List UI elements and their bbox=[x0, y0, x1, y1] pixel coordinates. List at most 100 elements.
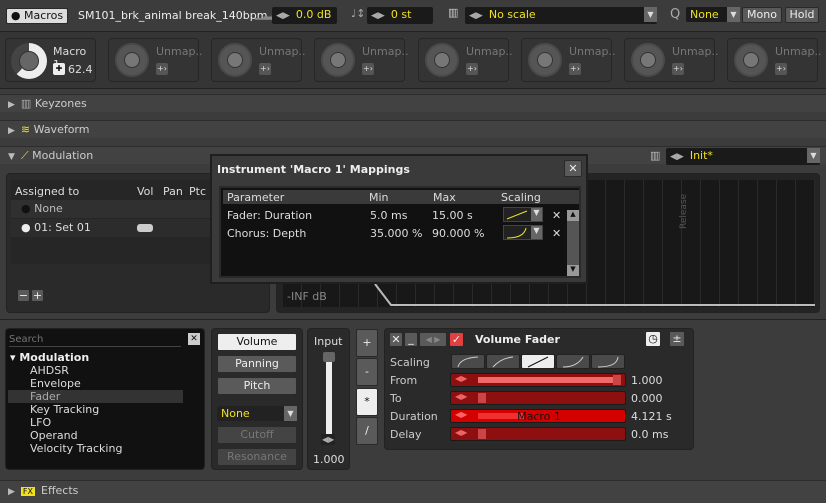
list-item[interactable]: Fader bbox=[8, 390, 183, 403]
scaling-exp-button[interactable] bbox=[591, 354, 625, 369]
macro-5[interactable]: Unmap.. +› bbox=[418, 38, 512, 82]
macro-label: Unmap.. bbox=[362, 45, 409, 58]
input-nudge-icon[interactable]: ◀▶ bbox=[321, 434, 336, 445]
knob[interactable] bbox=[321, 43, 355, 77]
pitch-target-button[interactable]: Pitch bbox=[217, 377, 297, 395]
plus-minus-icon[interactable]: ± bbox=[669, 331, 685, 347]
map-icon[interactable]: +› bbox=[156, 63, 168, 75]
waveform-icon: ≋ bbox=[20, 123, 34, 136]
from-label: From bbox=[390, 374, 418, 387]
delete-mapping-icon[interactable]: ✕ bbox=[552, 209, 561, 222]
list-item[interactable]: AHDSR bbox=[8, 364, 183, 377]
filter-select[interactable]: None ▼ bbox=[217, 406, 297, 421]
mappings-table: Parameter Min Max Scaling Fader: Duratio… bbox=[219, 186, 581, 278]
scale-select[interactable]: ◀▶ No scale ▼ bbox=[465, 7, 657, 24]
section-keyzones[interactable]: ▶ ▥ Keyzones bbox=[0, 94, 826, 112]
scaling-exp-select[interactable]: ▼ bbox=[503, 225, 543, 240]
duration-slider[interactable]: ◀▶ Macro 1 bbox=[450, 409, 626, 423]
transpose-field[interactable]: ◀▶ 0 st bbox=[367, 7, 433, 24]
hold-button[interactable]: Hold bbox=[785, 7, 819, 23]
macro-1[interactable]: Macro 1 ✚ 62.4 bbox=[5, 38, 96, 82]
quantize-label: Q bbox=[670, 7, 681, 22]
add-set-button[interactable]: + bbox=[31, 289, 44, 302]
scaling-semilog-button[interactable] bbox=[486, 354, 520, 369]
modulator-list: AHDSR Envelope Fader Key Tracking LFO Op… bbox=[8, 364, 183, 455]
clock-icon[interactable]: ◷ bbox=[645, 331, 661, 347]
op-multiply-button[interactable]: * bbox=[356, 388, 378, 416]
macro-label: Unmap.. bbox=[672, 45, 719, 58]
to-slider[interactable]: ◀▶ bbox=[450, 391, 626, 405]
macro-1-knob[interactable] bbox=[11, 43, 47, 79]
header-vol: Vol bbox=[137, 185, 154, 198]
map-icon[interactable]: +› bbox=[672, 63, 684, 75]
list-item[interactable]: Envelope bbox=[8, 377, 183, 390]
macro-6[interactable]: Unmap.. +› bbox=[521, 38, 615, 82]
list-item[interactable]: Key Tracking bbox=[8, 403, 183, 416]
op-add-button[interactable]: + bbox=[356, 329, 378, 357]
knob[interactable] bbox=[734, 43, 768, 77]
device-enable-checkbox[interactable]: ✓ bbox=[449, 332, 464, 347]
macro-mapping-label: Macro 1 bbox=[517, 410, 561, 423]
cutoff-target-button[interactable]: Cutoff bbox=[217, 426, 297, 444]
macro-7[interactable]: Unmap.. +› bbox=[624, 38, 719, 82]
list-item[interactable]: Velocity Tracking bbox=[8, 442, 183, 455]
knob[interactable] bbox=[425, 43, 459, 77]
transpose-icon: ♩↕ bbox=[351, 7, 366, 20]
panning-target-button[interactable]: Panning bbox=[217, 355, 297, 373]
to-value: 0.000 bbox=[631, 392, 663, 405]
knob[interactable] bbox=[528, 43, 562, 77]
scaling-log-button[interactable] bbox=[451, 354, 485, 369]
device-close-icon[interactable]: ✕ bbox=[389, 332, 403, 347]
from-slider[interactable]: ◀▶ bbox=[450, 373, 626, 387]
map-icon[interactable]: +› bbox=[569, 63, 581, 75]
volume-field[interactable]: ◀▶ 0.0 dB bbox=[272, 7, 337, 24]
scrollbar[interactable]: ▲ ▼ bbox=[567, 210, 579, 276]
mono-button[interactable]: Mono bbox=[742, 7, 782, 23]
map-icon[interactable]: +› bbox=[775, 63, 787, 75]
to-label: To bbox=[390, 392, 402, 405]
search-input[interactable] bbox=[9, 333, 181, 347]
map-icon[interactable]: +› bbox=[259, 63, 271, 75]
remove-set-button[interactable]: − bbox=[17, 289, 30, 302]
scaling-semiexp-button[interactable] bbox=[556, 354, 590, 369]
macro-label: Unmap.. bbox=[259, 45, 306, 58]
header-parameter: Parameter bbox=[227, 191, 285, 204]
device-minimize-icon[interactable]: _ bbox=[404, 332, 418, 347]
section-effects[interactable]: ▶ FX Effects bbox=[0, 480, 826, 503]
delay-slider[interactable]: ◀▶ bbox=[450, 427, 626, 441]
op-subtract-button[interactable]: - bbox=[356, 358, 378, 386]
section-waveform[interactable]: ▶ ≋ Waveform bbox=[0, 120, 826, 138]
preset-select[interactable]: ◀▶ Init* ▼ bbox=[666, 148, 820, 165]
knob[interactable] bbox=[115, 43, 149, 77]
browser-group[interactable]: ▾ Modulation bbox=[10, 351, 89, 364]
expand-icon: ▶ bbox=[8, 126, 15, 136]
clear-search-icon[interactable]: ✕ bbox=[188, 333, 200, 345]
input-slider[interactable] bbox=[323, 352, 335, 436]
knob[interactable] bbox=[218, 43, 252, 77]
device-move-icon[interactable]: ◀ ▶ bbox=[419, 332, 447, 347]
list-item[interactable]: Operand bbox=[8, 429, 183, 442]
knob[interactable] bbox=[631, 43, 665, 77]
collapse-icon: ▼ bbox=[8, 152, 15, 162]
map-icon[interactable]: +› bbox=[362, 63, 374, 75]
macros-toggle[interactable]: ● Macros bbox=[6, 8, 68, 24]
expand-icon: ▶ bbox=[8, 487, 15, 497]
scaling-linear-select[interactable]: ▼ bbox=[503, 207, 543, 222]
scaling-linear-button[interactable] bbox=[521, 354, 555, 369]
op-divide-button[interactable]: / bbox=[356, 417, 378, 445]
param-max: 15.00 s bbox=[432, 209, 473, 222]
volume-assign-toggle[interactable] bbox=[137, 224, 153, 232]
map-icon[interactable]: +› bbox=[466, 63, 478, 75]
macro-3[interactable]: Unmap.. +› bbox=[211, 38, 306, 82]
volume-target-button[interactable]: Volume bbox=[217, 333, 297, 351]
close-icon[interactable]: ✕ bbox=[564, 160, 582, 177]
quantize-select[interactable]: None ▼ bbox=[686, 7, 740, 22]
macro-4[interactable]: Unmap.. +› bbox=[314, 38, 409, 82]
macro-2[interactable]: Unmap.. +› bbox=[108, 38, 202, 82]
macro-8[interactable]: Unmap.. +› bbox=[727, 38, 821, 82]
map-icon[interactable]: ✚ bbox=[53, 63, 65, 75]
resonance-target-button[interactable]: Resonance bbox=[217, 448, 297, 466]
input-label: Input bbox=[314, 335, 343, 348]
delete-mapping-icon[interactable]: ✕ bbox=[552, 227, 561, 240]
list-item[interactable]: LFO bbox=[8, 416, 183, 429]
